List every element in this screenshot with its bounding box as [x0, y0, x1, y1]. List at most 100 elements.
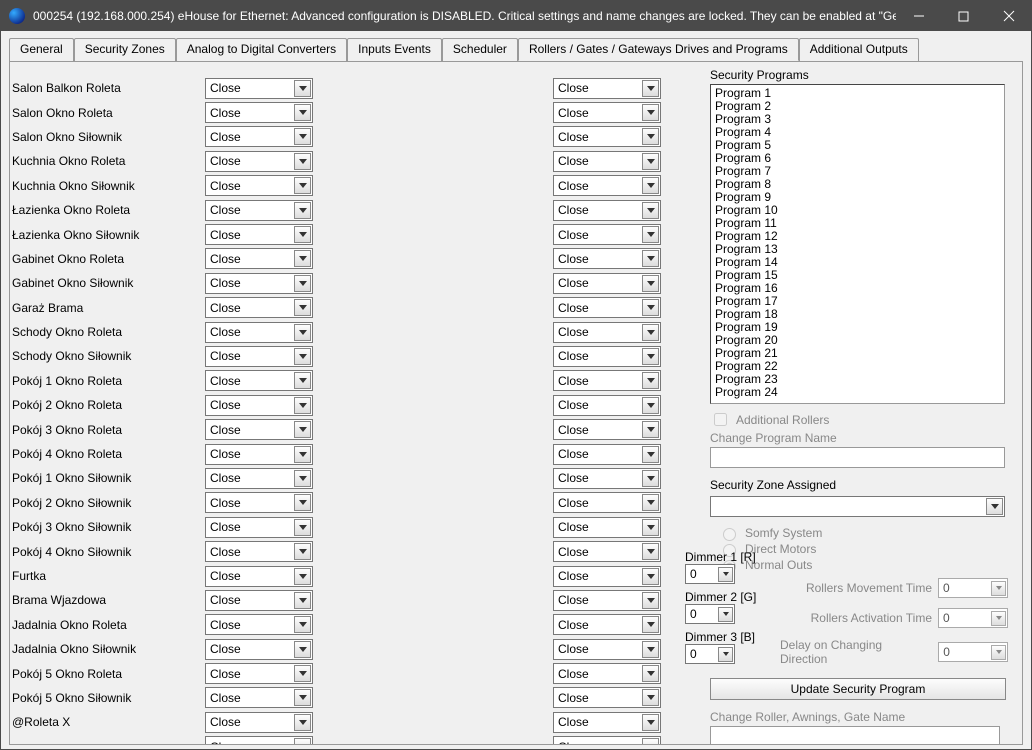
roller-action-combo[interactable]: Close	[553, 444, 661, 465]
roller-row: Jadalnia Okno SiłownikCloseClose	[10, 637, 901, 661]
roller-action-combo[interactable]: Close	[553, 78, 661, 99]
roller-label: Pokój 4 Okno Roleta	[10, 447, 205, 461]
roller-action-combo[interactable]: Close	[205, 78, 313, 99]
roller-action-combo[interactable]: Close	[205, 492, 313, 513]
activation-time-combo[interactable]: 0	[938, 608, 1008, 628]
roller-action-combo[interactable]: Close	[205, 248, 313, 269]
additional-rollers-checkbox[interactable]: Additional Rollers	[710, 410, 1008, 429]
roller-action-combo[interactable]: Close	[553, 663, 661, 684]
roller-action-combo[interactable]: Close	[205, 102, 313, 123]
roller-action-combo[interactable]: Close	[553, 297, 661, 318]
roller-action-combo[interactable]: Close	[205, 370, 313, 391]
roller-action-combo[interactable]: Close	[553, 248, 661, 269]
roller-action-combo[interactable]: Close	[205, 224, 313, 245]
roller-label: Furtka	[10, 569, 205, 583]
roller-action-combo[interactable]: Close	[205, 200, 313, 221]
programs-listbox[interactable]: Program 1Program 2Program 3Program 4Prog…	[710, 84, 1005, 404]
roller-action-combo[interactable]: Close	[205, 566, 313, 587]
change-program-name-input[interactable]	[710, 447, 1005, 468]
roller-action-combo[interactable]: Close	[205, 517, 313, 538]
roller-action-combo[interactable]: Close	[553, 736, 661, 744]
roller-action-combo[interactable]: Close	[553, 370, 661, 391]
roller-action-combo[interactable]: Close	[205, 736, 313, 744]
roller-label: Pokój 1 Okno Siłownik	[10, 471, 205, 485]
roller-label: Schody Okno Siłownik	[10, 349, 205, 363]
dimmer-combo[interactable]: 0	[685, 564, 735, 584]
chevron-down-icon	[642, 689, 659, 706]
roller-action-combo[interactable]: Close	[553, 419, 661, 440]
roller-action-combo[interactable]: Close	[205, 151, 313, 172]
roller-action-combo[interactable]: Close	[205, 712, 313, 733]
chevron-down-icon	[294, 714, 311, 731]
tab[interactable]: Additional Outputs	[799, 38, 919, 61]
minimize-button[interactable]	[896, 1, 941, 31]
roller-action-combo[interactable]: Close	[553, 102, 661, 123]
security-zone-combo[interactable]	[710, 496, 1005, 517]
tab[interactable]: General	[9, 38, 74, 61]
roller-action-combo[interactable]: Close	[205, 419, 313, 440]
close-button[interactable]	[986, 1, 1031, 31]
tab[interactable]: Rollers / Gates / Gateways Drives and Pr…	[518, 38, 799, 61]
tab[interactable]: Analog to Digital Converters	[176, 38, 347, 61]
chevron-down-icon	[294, 153, 311, 170]
maximize-button[interactable]	[941, 1, 986, 31]
chevron-down-icon	[642, 299, 659, 316]
delay-time-combo[interactable]: 0	[938, 642, 1008, 662]
roller-action-combo[interactable]: Close	[553, 566, 661, 587]
program-item[interactable]: Program 24	[715, 386, 1000, 399]
roller-action-combo[interactable]: Close	[205, 468, 313, 489]
roller-action-combo[interactable]: Close	[553, 395, 661, 416]
additional-rollers-input[interactable]	[714, 413, 727, 426]
roller-action-combo[interactable]: Close	[553, 639, 661, 660]
dimmer-combo[interactable]: 0	[685, 644, 735, 664]
roller-action-combo[interactable]: Close	[205, 541, 313, 562]
roller-action-combo[interactable]: Close	[553, 322, 661, 343]
activation-time-label: Rollers Activation Time	[811, 611, 932, 625]
dimmer-combo[interactable]: 0	[685, 604, 735, 624]
roller-action-combo[interactable]: Close	[553, 614, 661, 635]
roller-action-combo[interactable]: Close	[553, 346, 661, 367]
roller-action-combo[interactable]: Close	[553, 687, 661, 708]
roller-action-combo[interactable]: Close	[205, 346, 313, 367]
tab[interactable]: Scheduler	[442, 38, 518, 61]
roller-action-combo[interactable]: Close	[553, 590, 661, 611]
roller-action-combo[interactable]: Close	[205, 444, 313, 465]
radio-normal[interactable]: Normal Outs	[718, 557, 1008, 573]
roller-action-combo[interactable]: Close	[205, 395, 313, 416]
chevron-down-icon	[718, 567, 733, 582]
roller-action-combo[interactable]: Close	[553, 126, 661, 147]
chevron-down-icon	[991, 611, 1006, 626]
roller-action-combo[interactable]: Close	[553, 175, 661, 196]
chevron-down-icon	[294, 494, 311, 511]
roller-action-combo[interactable]: Close	[553, 273, 661, 294]
radio-direct[interactable]: Direct Motors	[718, 541, 1008, 557]
roller-action-combo[interactable]: Close	[205, 175, 313, 196]
roller-action-combo[interactable]: Close	[553, 517, 661, 538]
radio-somfy[interactable]: Somfy System	[718, 525, 1008, 541]
roller-action-combo[interactable]: Close	[205, 639, 313, 660]
roller-action-combo[interactable]: Close	[553, 200, 661, 221]
roller-action-combo[interactable]: Close	[553, 492, 661, 513]
roller-action-combo[interactable]: Close	[205, 126, 313, 147]
roller-action-combo[interactable]: Close	[205, 590, 313, 611]
roller-action-combo[interactable]: Close	[553, 541, 661, 562]
roller-action-combo[interactable]: Close	[553, 468, 661, 489]
roller-action-combo[interactable]: Close	[205, 322, 313, 343]
roller-action-combo[interactable]: Close	[553, 712, 661, 733]
roller-label: @Roleta X	[10, 715, 205, 729]
chevron-down-icon	[642, 519, 659, 536]
roller-action-combo[interactable]: Close	[205, 687, 313, 708]
roller-action-combo[interactable]: Close	[205, 297, 313, 318]
movement-time-combo[interactable]: 0	[938, 578, 1008, 598]
update-security-program-button[interactable]: Update Security Program	[710, 678, 1006, 700]
roller-action-combo[interactable]: Close	[205, 273, 313, 294]
tab[interactable]: Inputs Events	[347, 38, 442, 61]
roller-row: Jadalnia Okno RoletaCloseClose	[10, 613, 901, 637]
roller-action-combo[interactable]: Close	[553, 224, 661, 245]
tab[interactable]: Security Zones	[74, 38, 176, 61]
roller-action-combo[interactable]: Close	[205, 663, 313, 684]
rollers-panel: Salon Balkon RoletaCloseCloseSalon Okno …	[10, 62, 1022, 744]
change-roller-name-input[interactable]	[710, 726, 1000, 744]
roller-action-combo[interactable]: Close	[553, 151, 661, 172]
roller-action-combo[interactable]: Close	[205, 614, 313, 635]
